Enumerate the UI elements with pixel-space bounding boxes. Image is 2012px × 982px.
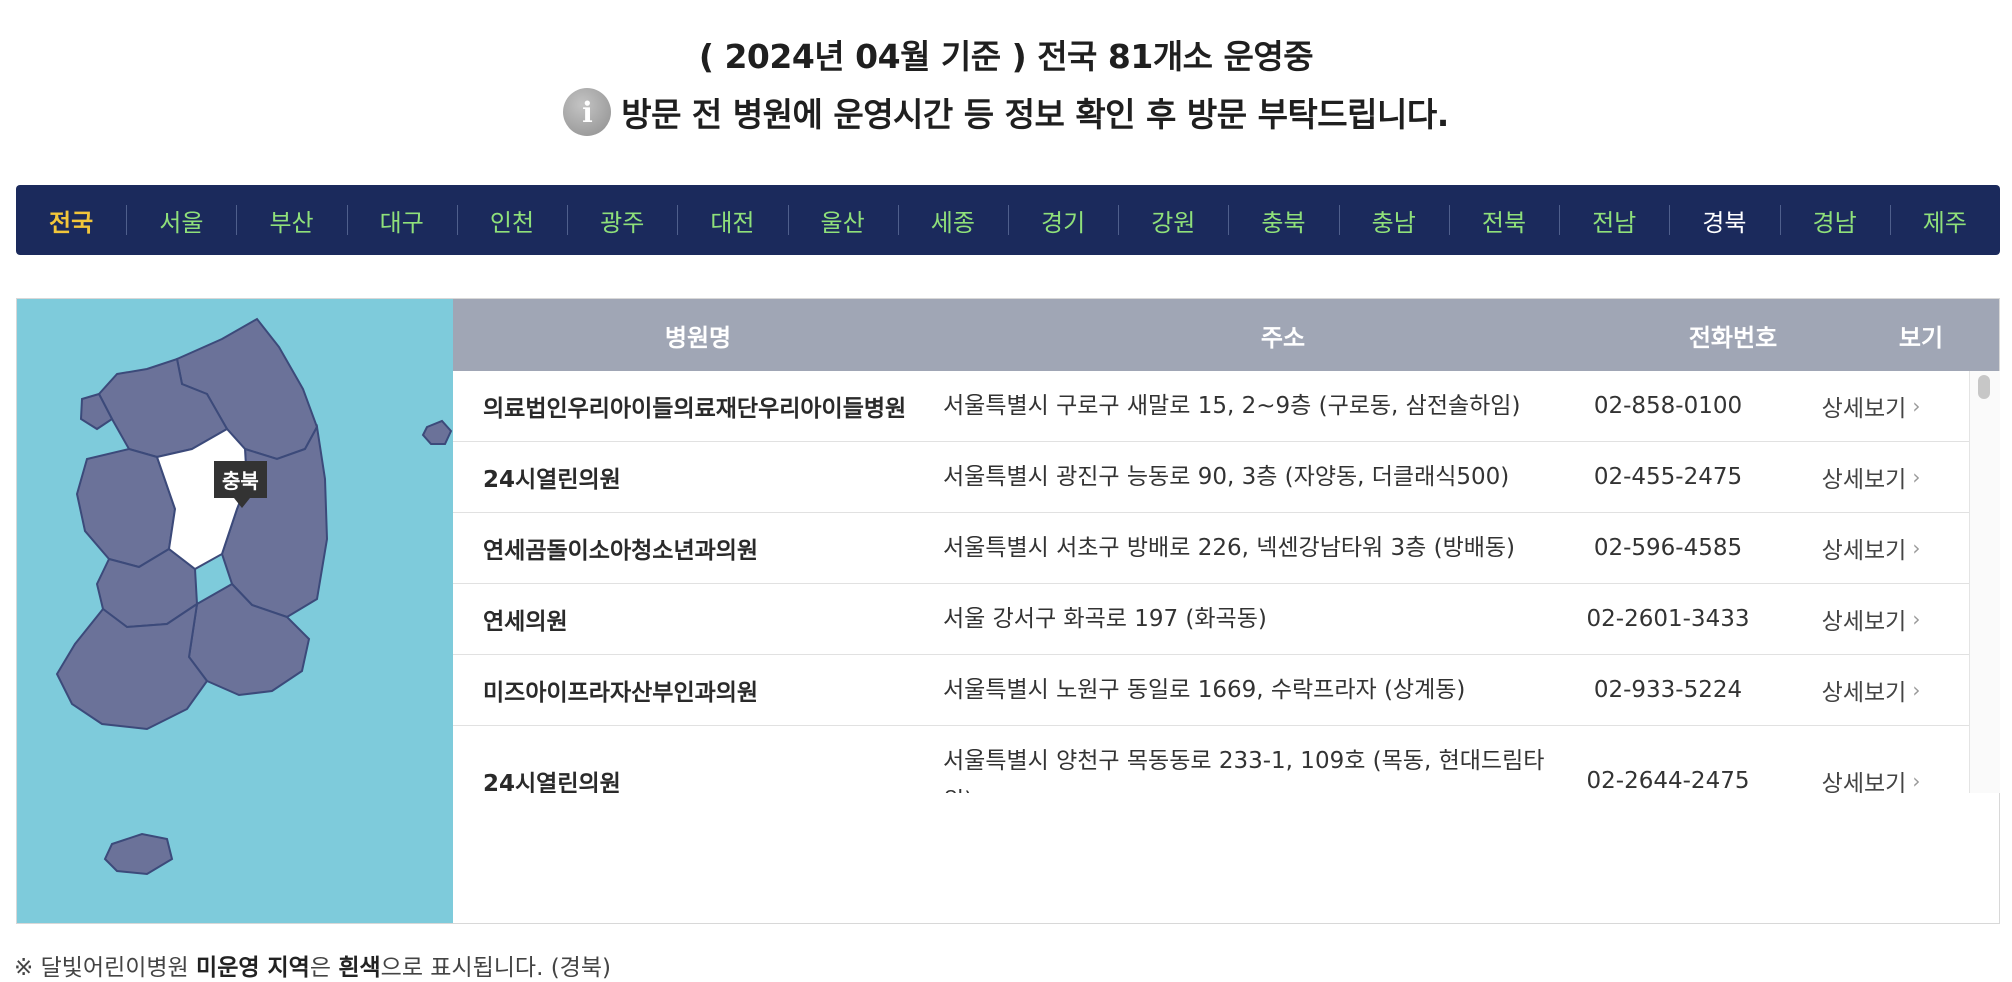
chevron-right-icon: › bbox=[1912, 678, 1921, 702]
region-tab[interactable]: 충북 bbox=[1228, 203, 1338, 238]
header-address: 주소 bbox=[1260, 323, 1306, 352]
region-tab[interactable]: 경기 bbox=[1007, 203, 1118, 238]
chevron-right-icon: › bbox=[1912, 394, 1921, 418]
chevron-right-icon: › bbox=[1912, 536, 1921, 560]
detail-link[interactable]: 상세보기 › bbox=[1773, 531, 1969, 565]
header-phone: 전화번호 bbox=[1688, 323, 1778, 352]
notice-text: 방문 전 병원에 운영시간 등 정보 확인 후 방문 부탁드립니다. bbox=[621, 95, 1449, 134]
region-tab[interactable]: 전남 bbox=[1559, 203, 1669, 238]
detail-link-label: 상세보기 bbox=[1821, 771, 1907, 793]
hospital-phone: 02-858-0100 bbox=[1593, 393, 1743, 419]
footnote-text: 으로 표시됩니다. (경북) bbox=[380, 955, 611, 981]
hospital-address: 서울특별시 노원구 동일로 1669, 수락프라자 (상계동) bbox=[943, 677, 1466, 703]
hospital-address: 서울특별시 서초구 방배로 226, 넥센강남타워 3층 (방배동) bbox=[943, 535, 1516, 561]
table-row: 연세곰돌이소아청소년과의원 서울특별시 서초구 방배로 226, 넥센강남타워 3… bbox=[453, 513, 1969, 584]
detail-link[interactable]: 상세보기 › bbox=[1773, 389, 1969, 423]
region-tab[interactable]: 인천 bbox=[456, 203, 567, 238]
region-tab[interactable]: 대구 bbox=[346, 203, 457, 238]
region-tab[interactable]: 울산 bbox=[787, 203, 898, 238]
footnote-mark: ※ bbox=[14, 955, 34, 981]
map-region-jeju bbox=[103, 832, 174, 876]
region-tab[interactable]: 대전 bbox=[677, 203, 787, 238]
table-row: 의료법인우리아이들의료재단우리아이들병원 서울특별시 구로구 새말로 15, 2~… bbox=[453, 371, 1969, 442]
table-header: 병원명 주소 전화번호 보기 bbox=[453, 299, 1999, 371]
detail-link-label: 상세보기 bbox=[1821, 396, 1907, 422]
region-tab[interactable]: 세종 bbox=[897, 203, 1008, 238]
header-view: 보기 bbox=[1898, 323, 1944, 352]
hospital-name: 24시열린의원 bbox=[483, 467, 621, 493]
table-row: 24시열린의원 서울특별시 광진구 능동로 90, 3층 (자양동, 더클래식50… bbox=[453, 442, 1969, 513]
hospital-name: 24시열린의원 bbox=[483, 771, 621, 793]
table-row: 미즈아이프라자산부인과의원 서울특별시 노원구 동일로 1669, 수락프라자 (… bbox=[453, 655, 1969, 726]
detail-link[interactable]: 상세보기 › bbox=[1773, 602, 1969, 636]
hospital-phone: 02-455-2475 bbox=[1593, 464, 1743, 490]
hospital-phone: 02-2644-2475 bbox=[1586, 768, 1750, 793]
header-name: 병원명 bbox=[664, 323, 732, 352]
chevron-right-icon: › bbox=[1912, 769, 1921, 793]
page-title: ( 2024년 04월 기준 ) 전국 81개소 운영중 bbox=[698, 37, 1314, 76]
region-tab[interactable]: 광주 bbox=[567, 203, 677, 238]
footnote-text: 은 bbox=[309, 955, 339, 981]
region-tab[interactable]: 제주 bbox=[1889, 203, 2000, 238]
footnote-bold: 미운영 지역 bbox=[196, 955, 310, 981]
map-tooltip: 충북 bbox=[214, 461, 267, 508]
detail-link-label: 상세보기 bbox=[1821, 609, 1907, 635]
detail-link[interactable]: 상세보기 › bbox=[1773, 460, 1969, 494]
notice-line: i 방문 전 병원에 운영시간 등 정보 확인 후 방문 부탁드립니다. bbox=[0, 88, 2012, 136]
region-tab[interactable]: 부산 bbox=[236, 203, 346, 238]
map-region-ulleungdo bbox=[421, 419, 453, 445]
footnote: ※ 달빛어린이병원 미운영 지역은 흰색으로 표시됩니다. (경북) bbox=[14, 948, 611, 982]
hospital-table: 병원명 주소 전화번호 보기 의료법인우리아이들의료재단우리아이들병원서울특별시… bbox=[453, 299, 2000, 923]
detail-link[interactable]: 상세보기 › bbox=[1773, 673, 1969, 707]
korea-map-svg bbox=[55, 317, 453, 876]
hospital-address: 서울특별시 구로구 새말로 15, 2~9층 (구로동, 삼전솔하임) bbox=[943, 393, 1521, 419]
hospital-name: 의료법인우리아이들의료재단우리아이들병원 bbox=[483, 396, 907, 422]
footnote-bold: 흰색 bbox=[338, 955, 381, 981]
hospital-name: 미즈아이프라자산부인과의원 bbox=[483, 680, 759, 706]
chevron-right-icon: › bbox=[1912, 465, 1921, 489]
footnote-text: 달빛어린이병원 bbox=[33, 955, 197, 981]
hospital-phone: 02-596-4585 bbox=[1593, 535, 1743, 561]
detail-link-label: 상세보기 bbox=[1821, 538, 1907, 564]
region-tab[interactable]: 경남 bbox=[1779, 203, 1890, 238]
region-tab-bar: 전국 서울 부산 대구 인천 광주 대전 울산 세종 경기 강원 충북 충남 전북 전남 경북 경남 제주 bbox=[16, 185, 2000, 255]
info-icon: i bbox=[563, 88, 612, 136]
hospital-phone: 02-2601-3433 bbox=[1586, 606, 1750, 632]
region-tab[interactable]: 전북 bbox=[1448, 203, 1559, 238]
hospital-name: 연세곰돌이소아청소년과의원 bbox=[483, 538, 759, 564]
detail-link[interactable]: 상세보기 › bbox=[1773, 764, 1969, 793]
region-tab[interactable]: 전국 bbox=[16, 203, 126, 238]
region-tab[interactable]: 충남 bbox=[1338, 203, 1449, 238]
detail-link-label: 상세보기 bbox=[1821, 467, 1907, 493]
region-tab[interactable]: 경북 bbox=[1669, 203, 1779, 238]
region-tab[interactable]: 서울 bbox=[126, 203, 236, 238]
hospital-address: 서울 강서구 화곡로 197 (화곡동) bbox=[943, 606, 1267, 632]
table-scrollbar[interactable] bbox=[1969, 371, 2000, 793]
scrollbar-thumb[interactable] bbox=[1978, 375, 1990, 399]
table-row: 24시열린의원 서울특별시 양천구 목동동로 233-1, 109호 (목동, 현… bbox=[453, 726, 1969, 793]
detail-link-label: 상세보기 bbox=[1821, 680, 1907, 706]
korea-map: 충북 bbox=[17, 299, 453, 923]
table-body[interactable]: 의료법인우리아이들의료재단우리아이들병원 서울특별시 구로구 새말로 15, 2~… bbox=[453, 371, 1969, 793]
chevron-right-icon: › bbox=[1912, 607, 1921, 631]
region-tab[interactable]: 강원 bbox=[1118, 203, 1228, 238]
hospital-phone: 02-933-5224 bbox=[1593, 677, 1743, 703]
table-row: 연세의원 서울 강서구 화곡로 197 (화곡동) 02-2601-3433 상세보기… bbox=[453, 584, 1969, 655]
hospital-address: 서울특별시 광진구 능동로 90, 3층 (자양동, 더클래식500) bbox=[943, 464, 1510, 490]
hospital-name: 연세의원 bbox=[483, 609, 568, 635]
hospital-address: 서울특별시 양천구 목동동로 233-1, 109호 (목동, 현대드림타워) bbox=[943, 748, 1545, 793]
hospital-panel: 충북 병원명 주소 전화번호 보기 의료법인우리아이들의료재단우리아이들병원서울… bbox=[16, 298, 2000, 924]
